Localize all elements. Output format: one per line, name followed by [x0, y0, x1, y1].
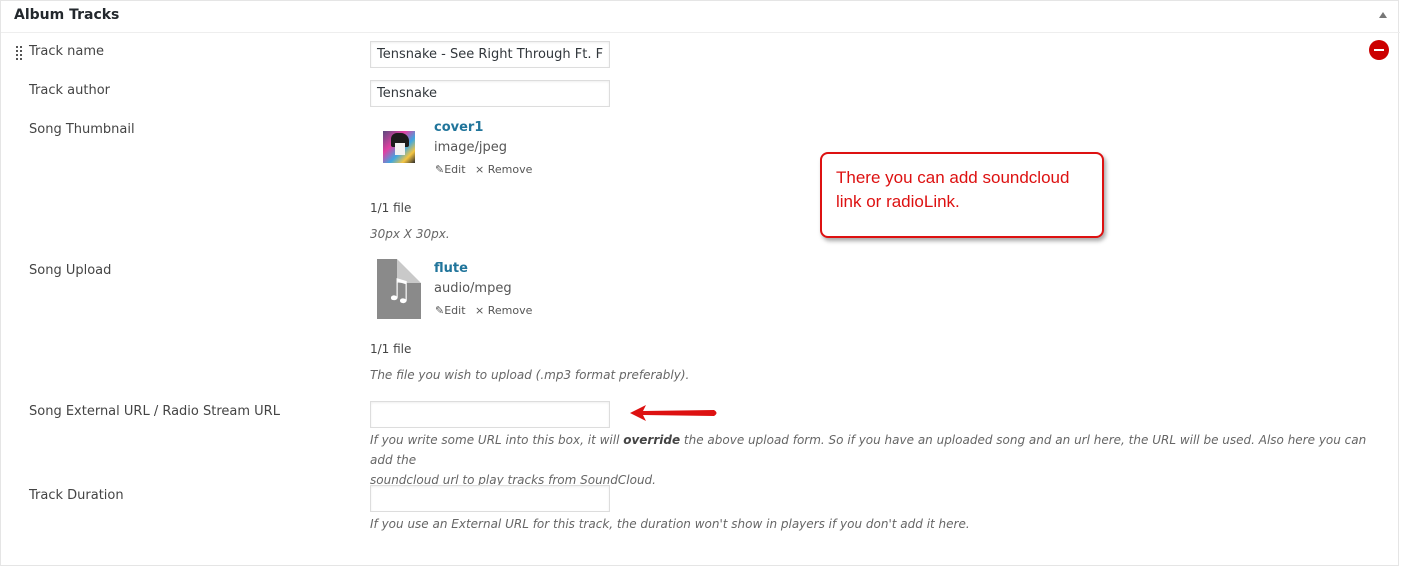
external-url-description: If you write some URL into this box, it … — [370, 433, 1367, 487]
track-name-label: Track name — [29, 44, 105, 59]
upload-file-count: 1/1 file — [370, 342, 412, 356]
annotation-callout-text: There you can add soundcloud link or rad… — [836, 168, 1070, 211]
upload-file-link[interactable]: flute — [434, 261, 468, 276]
x-icon: × — [475, 163, 488, 176]
panel-title: Album Tracks — [14, 7, 120, 23]
thumbnail-file-link[interactable]: cover1 — [434, 120, 483, 135]
drag-handle-icon[interactable] — [16, 46, 24, 60]
track-name-input[interactable]: Tensnake - See Right Through Ft. F — [370, 41, 610, 68]
track-duration-label: Track Duration — [29, 488, 124, 503]
remove-track-button[interactable] — [1369, 40, 1389, 60]
album-tracks-panel: Album Tracks Track name Tensnake - See R… — [0, 0, 1400, 566]
upload-edit-link[interactable]: ✎Edit — [435, 304, 466, 317]
external-url-input[interactable] — [370, 401, 610, 428]
track-author-label: Track author — [29, 83, 110, 98]
upload-file-actions: ✎Edit × Remove — [435, 304, 538, 317]
music-note-file-icon: ♫ — [377, 259, 421, 319]
thumbnail-description: 30px X 30px. — [370, 227, 450, 241]
pencil-icon: ✎ — [435, 163, 445, 176]
song-upload-label: Song Upload — [29, 263, 112, 278]
panel-header[interactable]: Album Tracks — [1, 1, 1400, 33]
collapse-toggle-icon[interactable] — [1379, 12, 1387, 18]
thumbnail-file-actions: ✎Edit × Remove — [435, 163, 538, 176]
track-author-input[interactable]: Tensnake — [370, 80, 610, 107]
upload-description: The file you wish to upload (.mp3 format… — [370, 368, 690, 382]
thumbnail-file-count: 1/1 file — [370, 201, 412, 215]
annotation-callout: There you can add soundcloud link or rad… — [820, 152, 1104, 238]
thumbnail-edit-link[interactable]: ✎Edit — [435, 163, 466, 176]
x-icon: × — [475, 304, 488, 317]
red-arrow-left-icon — [630, 405, 717, 421]
external-url-label: Song External URL / Radio Stream URL — [29, 404, 280, 419]
thumbnail-file-type: image/jpeg — [434, 140, 507, 155]
upload-remove-link[interactable]: × Remove — [475, 304, 532, 317]
override-emphasis: override — [623, 433, 681, 447]
pencil-icon: ✎ — [435, 304, 445, 317]
song-thumbnail-label: Song Thumbnail — [29, 122, 135, 137]
upload-file-type: audio/mpeg — [434, 281, 512, 296]
thumbnail-image — [383, 131, 415, 163]
track-duration-description: If you use an External URL for this trac… — [370, 517, 970, 531]
thumbnail-remove-link[interactable]: × Remove — [475, 163, 532, 176]
track-duration-input[interactable] — [370, 485, 610, 512]
